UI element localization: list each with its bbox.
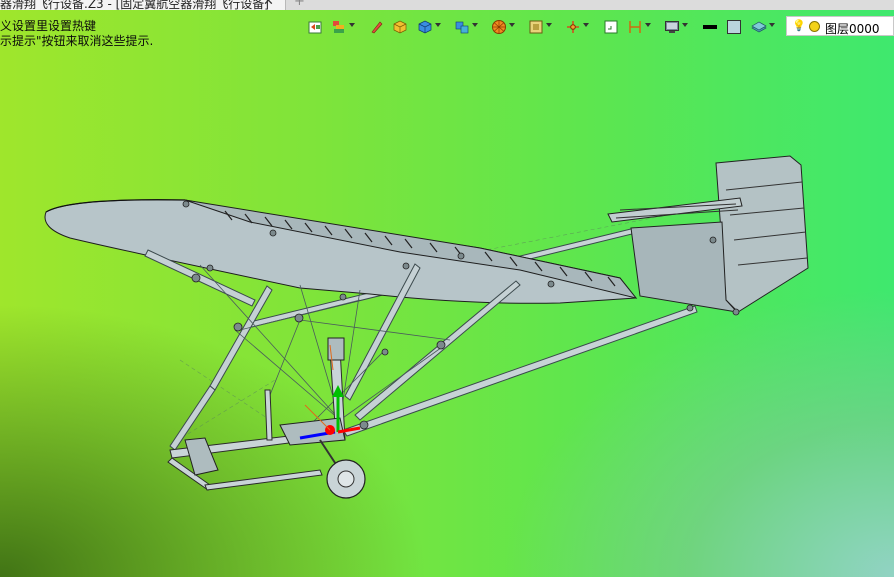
- texture-square-icon: [529, 20, 543, 34]
- fill-color-icon: [727, 20, 741, 34]
- pen-icon: [371, 21, 383, 34]
- chevron-down-icon[interactable]: [349, 23, 355, 27]
- layer-panel-button[interactable]: [307, 17, 323, 37]
- new-tab-icon[interactable]: +: [294, 0, 305, 9]
- 3d-viewport[interactable]: 器滑翔飞行设备.Z3 - [固定翼航空器滑翔飞行设备] ✕ + 义设置里设置热键…: [0, 0, 894, 577]
- chevron-down-icon[interactable]: [546, 23, 552, 27]
- chevron-down-icon[interactable]: [645, 23, 651, 27]
- chevron-down-icon[interactable]: [682, 23, 688, 27]
- document-tab[interactable]: 器滑翔飞行设备.Z3 - [固定翼航空器滑翔飞行设备] ✕: [0, 0, 286, 10]
- hotkey-hint-text: 义设置里设置热键: [0, 19, 97, 33]
- texture-square-button[interactable]: [528, 17, 552, 37]
- line-color-icon: [703, 25, 717, 29]
- layer-select-value: 图层0000: [825, 22, 880, 36]
- chevron-down-icon[interactable]: [583, 23, 589, 27]
- landing-wheel: [319, 439, 366, 499]
- document-tab-bar: 器滑翔飞行设备.Z3 - [固定翼航空器滑翔飞行设备] ✕ +: [0, 0, 894, 10]
- tips-hint-text: 示提示"按钮来取消这些提示.: [0, 34, 154, 48]
- chevron-down-icon[interactable]: [509, 23, 515, 27]
- layer-panel-icon: [308, 21, 322, 34]
- display-monitor-icon: [665, 21, 679, 33]
- fill-color-button[interactable]: [726, 17, 742, 37]
- chevron-down-icon[interactable]: [435, 23, 441, 27]
- pilot-seat: [184, 337, 346, 476]
- close-icon[interactable]: ✕: [263, 0, 274, 9]
- layer-select[interactable]: 💡 图层0000: [786, 16, 894, 36]
- chevron-down-icon[interactable]: [472, 23, 478, 27]
- orientation-button[interactable]: [565, 17, 589, 37]
- section-bracket-button[interactable]: [627, 17, 651, 37]
- yellow-cube-button[interactable]: [392, 17, 408, 37]
- multi-cube-button[interactable]: [454, 17, 478, 37]
- document-tab-title: 器滑翔飞行设备.Z3 - [固定翼航空器滑翔飞行设备]: [0, 0, 269, 10]
- glider-3d-model[interactable]: [0, 0, 894, 577]
- layers-icon: [751, 21, 767, 33]
- layers-button[interactable]: [751, 17, 775, 37]
- view-frame-button[interactable]: [603, 17, 619, 37]
- multi-cube-icon: [455, 21, 469, 34]
- orientation-icon: [567, 21, 579, 33]
- bulb-icon[interactable]: 💡: [792, 20, 806, 32]
- display-monitor-button[interactable]: [664, 17, 688, 37]
- blue-cube-button[interactable]: [417, 17, 441, 37]
- chevron-down-icon[interactable]: [769, 23, 775, 27]
- tail-assembly: [607, 155, 809, 313]
- stack-colors-icon: [333, 21, 344, 33]
- yellow-cube-icon: [393, 20, 407, 34]
- stack-colors-button[interactable]: [331, 17, 355, 37]
- line-color-button[interactable]: [702, 17, 718, 37]
- render-sphere-button[interactable]: [491, 17, 515, 37]
- view-frame-icon: [604, 20, 618, 34]
- section-bracket-icon: [629, 21, 641, 33]
- render-sphere-icon: [492, 20, 506, 34]
- pen-button[interactable]: [369, 17, 385, 37]
- blue-cube-icon: [418, 20, 432, 34]
- layer-color-dot-icon[interactable]: [809, 21, 820, 32]
